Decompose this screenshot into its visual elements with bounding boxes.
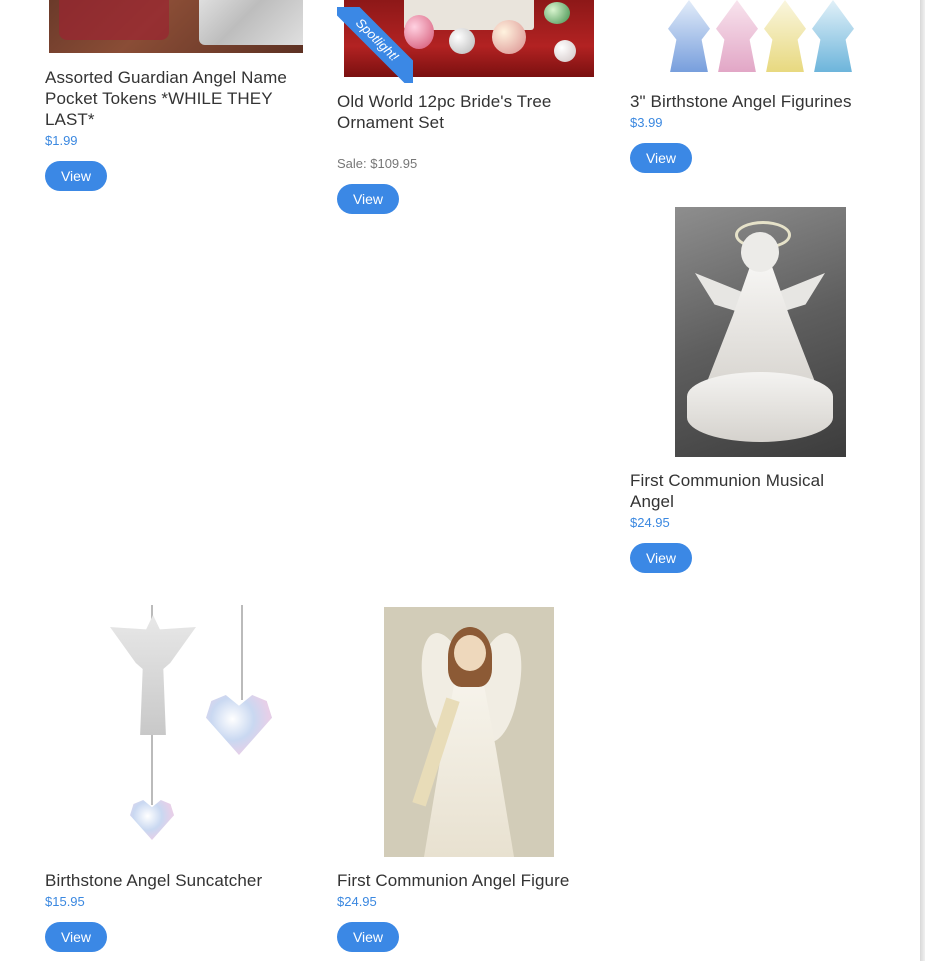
- product-image-communion-figure[interactable]: [384, 607, 554, 857]
- view-button[interactable]: View: [630, 543, 692, 573]
- product-price: $24.95: [337, 894, 377, 909]
- product-card-communion-figure: First Communion Angel Figure $24.95 View: [0, 0, 620, 961]
- product-image-musical-angel[interactable]: [675, 207, 846, 457]
- product-title[interactable]: First Communion Musical Angel: [630, 470, 870, 512]
- product-price: $24.95: [630, 515, 670, 530]
- product-title[interactable]: First Communion Angel Figure: [337, 870, 607, 891]
- view-button[interactable]: View: [337, 922, 399, 952]
- scrollbar-edge[interactable]: [920, 0, 925, 961]
